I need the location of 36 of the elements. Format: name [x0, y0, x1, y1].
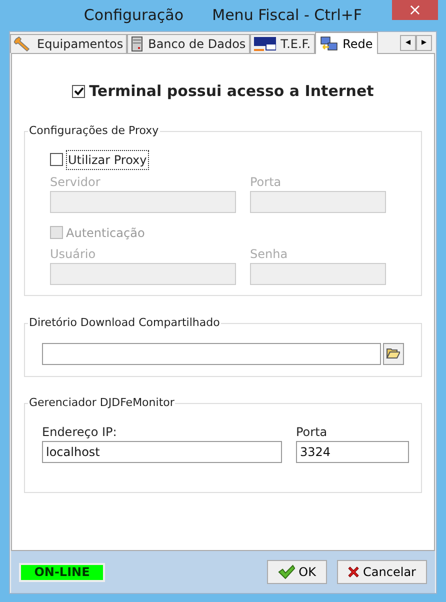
server-icon [131, 36, 144, 52]
tab-scroll-button[interactable]: ◂ [400, 35, 416, 51]
folder-button[interactable] [382, 342, 404, 364]
close-icon [348, 564, 360, 580]
network-icon [320, 36, 338, 52]
field-label: Senha [250, 246, 289, 262]
checkmark-icon [278, 564, 295, 580]
cancel-button[interactable]: Cancelar [337, 560, 427, 584]
tab[interactable]: Banco de Dados [127, 34, 250, 53]
input-field[interactable]: localhost [42, 440, 282, 462]
internet-label: Terminal possui acesso a Internet [89, 81, 374, 102]
tab[interactable]: Equipamentos [10, 34, 128, 53]
group-title: Diretório Download Compartilhado [28, 314, 221, 331]
use-proxy-label: Utilizar Proxy [66, 150, 149, 170]
field-label: Porta [296, 424, 328, 440]
window-title: Configuração Menu Fiscal - Ctrl+F [84, 5, 362, 26]
use-proxy-checkbox[interactable] [50, 153, 63, 166]
field-label: Endereço IP: [42, 424, 118, 440]
group-title: Gerenciador DJDFeMonitor [28, 394, 176, 411]
card-icon [254, 36, 276, 52]
wrench-icon [14, 36, 32, 52]
directory-field[interactable] [42, 342, 381, 364]
status-indicator: ON-LINE [19, 562, 105, 582]
close-button[interactable]: × [392, 0, 438, 20]
group-title: Configurações de Proxy [28, 122, 160, 139]
internet-checkbox[interactable] [72, 84, 86, 98]
field-label: Usuário [50, 246, 97, 262]
folder-icon [386, 348, 400, 359]
tab[interactable]: T.E.F. [250, 34, 315, 53]
field-label: Porta [250, 174, 282, 190]
tab-scroll-button[interactable]: ▸ [416, 35, 432, 51]
authentication-label: Autenticação [66, 224, 145, 242]
field-label: Servidor [50, 174, 102, 190]
input-field[interactable]: 3324 [296, 440, 409, 462]
ok-button[interactable]: OK [267, 560, 327, 584]
tab[interactable]: Rede [314, 32, 378, 54]
